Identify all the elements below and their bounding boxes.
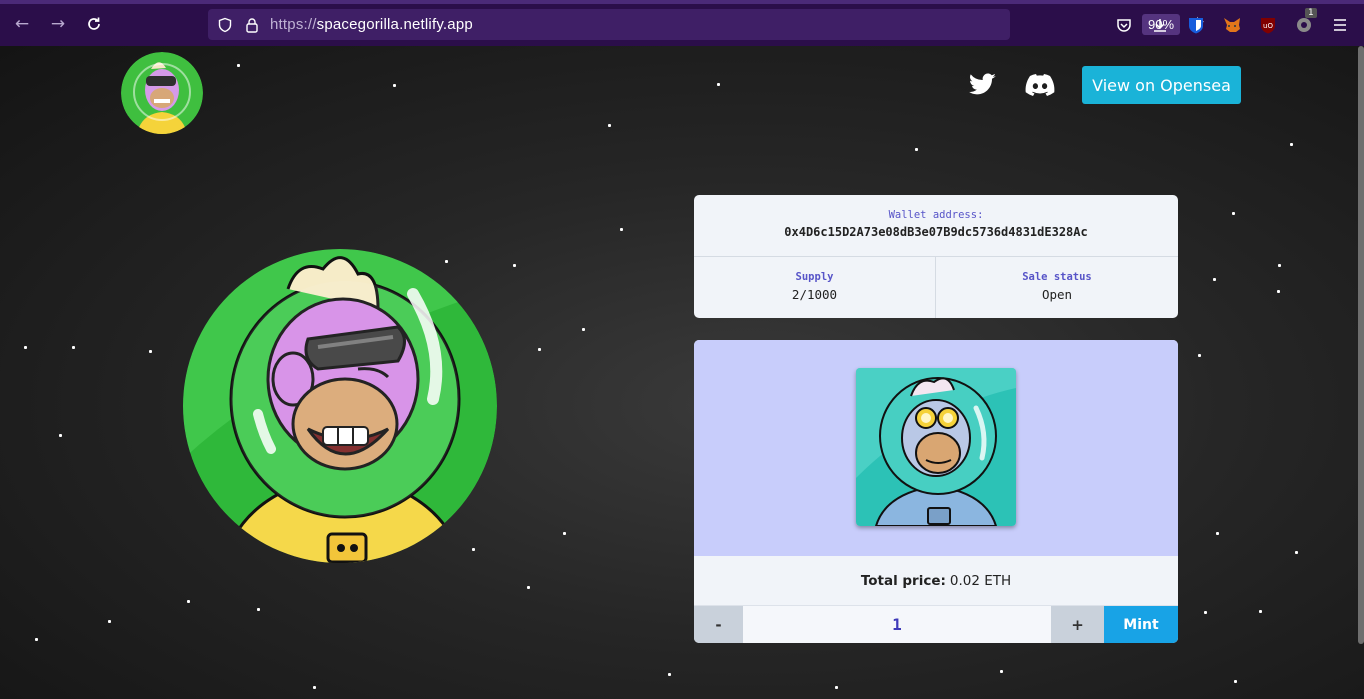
shield-icon[interactable] [216,16,234,34]
reload-icon[interactable] [80,10,108,38]
browser-toolbar: ← → https://spacegorilla.netlify.app 90%… [0,0,1364,46]
total-price-label: Total price: [860,572,946,589]
supply-value: 2/1000 [791,287,838,302]
url-scheme: https:// [270,16,317,33]
hero-gorilla-image [183,249,498,564]
bitwarden-icon[interactable] [1187,16,1205,34]
total-price-row: Total price: 0.02 ETH [694,556,1178,606]
mint-controls: - + Mint [694,606,1178,643]
extension-badge: 1 [1305,8,1317,18]
wallet-block: Wallet address: 0x4D6c15D2A73e08dB3e07B9… [694,195,1178,257]
decrease-quantity-button[interactable]: - [694,606,743,643]
mint-button[interactable]: Mint [1104,606,1178,643]
discord-icon[interactable] [1022,70,1058,100]
sale-status-value: Open [1041,287,1073,302]
extension-icon[interactable]: 1 [1295,8,1317,34]
forward-arrow-icon[interactable]: → [44,10,72,38]
sale-status-label: Sale status [1022,271,1092,283]
url-text[interactable]: https://spacegorilla.netlify.app [270,16,473,33]
scrollbar[interactable] [1358,46,1364,644]
sale-status-stat: Sale status Open [936,257,1178,318]
url-host: spacegorilla.netlify.app [316,16,473,33]
download-icon[interactable] [1151,16,1169,34]
supply-label: Supply [795,271,834,283]
svg-text:uO: uO [1263,22,1273,30]
contract-info-panel: Wallet address: 0x4D6c15D2A73e08dB3e07B9… [694,195,1178,318]
page-content: View on Opensea Wallet address: 0x4D6c15… [0,46,1364,699]
quantity-input[interactable] [743,606,1051,643]
address-bar[interactable]: https://spacegorilla.netlify.app 90% ☆ [208,9,1205,40]
supply-stat: Supply 2/1000 [694,257,936,318]
total-price-value: 0.02 ETH [949,572,1012,589]
wallet-address: 0x4D6c15D2A73e08dB3e07B9dc5736d4831dE328… [784,225,1088,239]
pocket-icon[interactable] [1115,16,1133,34]
back-arrow-icon[interactable]: ← [8,10,36,38]
nft-preview-image [856,368,1016,526]
preview-area [694,340,1178,556]
increase-quantity-button[interactable]: + [1051,606,1104,643]
wallet-label: Wallet address: [888,209,984,221]
metamask-icon[interactable] [1223,16,1241,34]
lock-icon[interactable] [243,16,261,34]
view-on-opensea-button[interactable]: View on Opensea [1082,66,1241,104]
mint-card: Total price: 0.02 ETH - + Mint [694,340,1178,643]
menu-icon[interactable] [1331,16,1349,34]
ublock-icon[interactable]: uO [1259,16,1277,34]
twitter-icon[interactable] [965,70,1001,100]
site-logo[interactable] [121,52,203,134]
